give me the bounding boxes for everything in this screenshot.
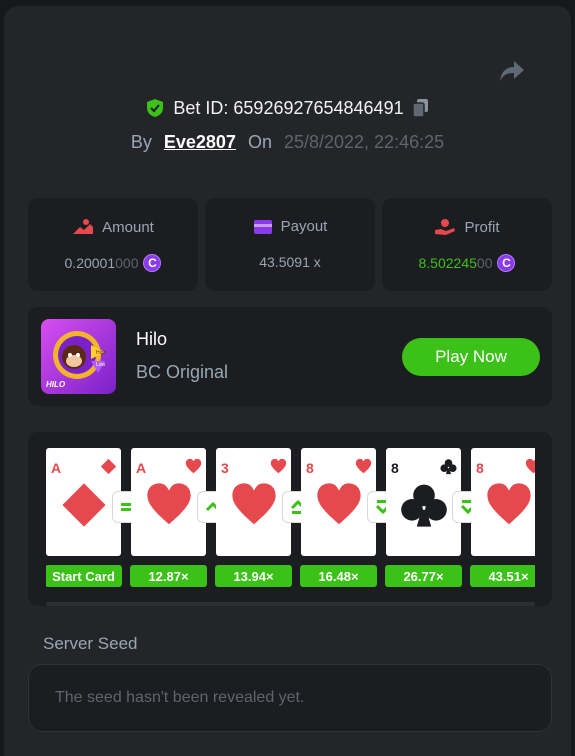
club-icon [401,484,447,527]
bet-id-row: Bet ID: 65926927654846491 [0,96,575,120]
server-seed-label: Server Seed [43,634,138,653]
card-rank: A [136,460,147,476]
game-card: High Low HILO Hilo BC Original Play Now [28,307,552,406]
hilo-logo-icon: High Low HILO [46,331,107,389]
heart-icon [147,483,191,525]
server-seed-field: The seed hasn't been revealed yet. [28,664,552,732]
svg-text:Low: Low [96,362,106,368]
profit-hand-icon [435,219,456,235]
card-multiplier: 16.48× [300,565,377,587]
diamond-icon [62,483,106,527]
game-name: Hilo [136,329,168,349]
bet-id: Bet ID: 65926927654846491 [173,97,404,118]
profit-label: Profit [464,218,500,236]
payout-card: Payout 43.5091 x [205,198,375,291]
profit-card: Profit 8.50224500 C [382,198,552,291]
card-4: 8 [301,448,376,556]
amount-card: Amount 0.20001000 C [28,198,198,291]
game-subtitle: BC Original [136,362,229,382]
amount-label: Amount [102,218,154,236]
heart-icon [317,483,361,525]
card-multiplier: 12.87× [130,565,207,587]
on-label: On [247,131,272,152]
shield-check-icon [147,99,164,117]
card-multiplier: 43.51× [470,565,535,587]
heart-icon [525,458,535,474]
username-link[interactable]: Eve2807 [164,132,236,153]
card-start: A [46,448,121,556]
server-seed-text: The seed hasn't been revealed yet. [55,689,305,706]
heart-icon [270,458,287,474]
play-now-button[interactable]: Play Now [402,338,540,376]
card-3: 3 [216,448,291,556]
by-label: By [130,131,152,152]
heart-icon [355,458,372,474]
card-multiplier: 13.94× [215,565,292,587]
diamond-icon [100,458,117,475]
payout-label: Payout [280,218,328,235]
profit-value: 8.50224500 [418,255,493,271]
svg-text:High: High [96,350,107,356]
amount-icon [73,219,94,234]
card-rank: 8 [391,460,399,476]
cards-scrollbar[interactable] [46,602,535,606]
bet-meta-row: By Eve2807 On 25/8/2022, 22:46:25 [0,130,575,154]
heart-icon [185,458,202,474]
cards-strip[interactable]: A Start Card A 12.87× 3 13.94× 8 16.48× … [46,448,535,593]
copy-icon[interactable] [411,98,430,118]
heart-icon [487,483,531,525]
card-rank: 8 [476,460,484,476]
share-icon[interactable] [498,58,526,84]
bet-date: 25/8/2022, 22:46:25 [283,131,445,152]
card-rank: A [51,460,62,476]
svg-text:HILO: HILO [46,380,66,389]
amount-value: 0.20001000 [64,255,139,271]
bcd-coin-icon: C [497,254,516,272]
card-rank: 8 [306,460,314,476]
card-multiplier: Start Card [46,565,122,587]
card-multiplier: 26.77× [385,565,462,587]
card-6: 8 [471,448,535,556]
hilo-thumbnail[interactable]: High Low HILO [41,319,116,394]
card-2: A [131,448,206,556]
club-icon [440,459,457,475]
round-history: A Start Card A 12.87× 3 13.94× 8 16.48× … [28,432,552,606]
heart-icon [232,483,276,525]
payout-card-icon [253,219,272,234]
bcd-coin-icon: C [143,254,162,272]
card-rank: 3 [221,460,229,476]
payout-value: 43.5091 x [259,254,321,270]
card-5: 8 [386,448,461,556]
